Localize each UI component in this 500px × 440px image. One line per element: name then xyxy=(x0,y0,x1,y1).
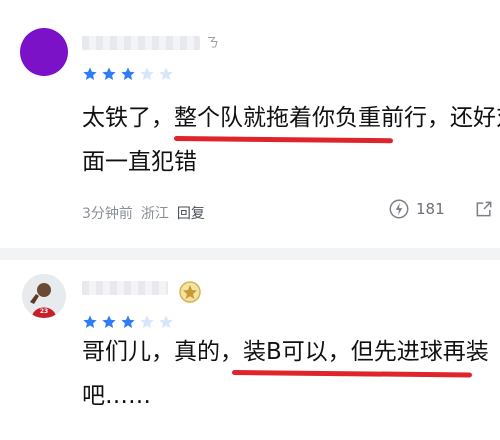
comment-card: ㄋ 太铁了，整个队就拖着你负重前行，还好对 面一直犯错 3分钟前 浙江 回复 1… xyxy=(0,0,500,245)
username-blurred xyxy=(82,281,168,295)
level-badge-icon xyxy=(179,281,201,303)
username[interactable]: ㄋ xyxy=(82,32,220,51)
text-plain: ，还好对 xyxy=(427,105,500,131)
star-filled-icon xyxy=(102,67,116,80)
star-empty-icon xyxy=(159,315,173,328)
avatar[interactable]: 23 xyxy=(22,274,66,318)
star-rating xyxy=(82,66,174,82)
text-highlight: 整个队就拖着你负重前行 xyxy=(174,105,427,131)
text-highlight: 装B可以，但先进球再装 xyxy=(243,339,489,365)
comment-line: 哥们儿，真的，装B可以，但先进球再装 xyxy=(82,330,489,378)
star-filled-icon xyxy=(83,67,97,80)
text-plain: 面一直犯错 xyxy=(82,149,197,175)
text-plain: 吧…… xyxy=(82,383,151,409)
comment-line: 面一直犯错 xyxy=(82,140,482,184)
like-button[interactable]: 181 xyxy=(388,198,445,220)
username-blurred xyxy=(82,36,200,50)
share-icon[interactable] xyxy=(474,199,494,219)
username[interactable] xyxy=(82,280,168,296)
star-empty-icon xyxy=(159,67,173,80)
comment-line: 太铁了，整个队就拖着你负重前行，还好对 xyxy=(82,96,500,144)
time-ago: 3分钟前 xyxy=(82,206,133,222)
star-filled-icon xyxy=(102,315,116,328)
reply-button[interactable]: 回复 xyxy=(177,203,205,223)
star-empty-icon xyxy=(140,67,154,80)
svg-text:23: 23 xyxy=(40,308,48,315)
star-filled-icon xyxy=(121,315,135,328)
star-empty-icon xyxy=(140,315,154,328)
location: 浙江 xyxy=(140,206,169,222)
comment-text: 哥们儿，真的，装B可以，但先进球再装 吧…… xyxy=(82,330,489,418)
avatar-photo: 23 xyxy=(22,274,66,318)
comment-text: 太铁了，整个队就拖着你负重前行，还好对 面一直犯错 xyxy=(82,96,500,184)
text-plain: 哥们儿，真的， xyxy=(82,339,243,365)
avatar[interactable] xyxy=(20,28,68,76)
star-rating xyxy=(82,314,174,330)
like-count: 181 xyxy=(416,200,445,218)
star-filled-icon xyxy=(83,315,97,328)
text-plain: 太铁了， xyxy=(82,105,174,131)
comment-divider xyxy=(0,248,500,260)
star-filled-icon xyxy=(121,67,135,80)
comment-meta: 3分钟前 浙江 回复 xyxy=(82,203,205,223)
like-lightning-icon xyxy=(389,199,409,219)
username-suffix: ㄋ xyxy=(206,36,221,51)
comment-line: 吧…… xyxy=(82,374,482,418)
